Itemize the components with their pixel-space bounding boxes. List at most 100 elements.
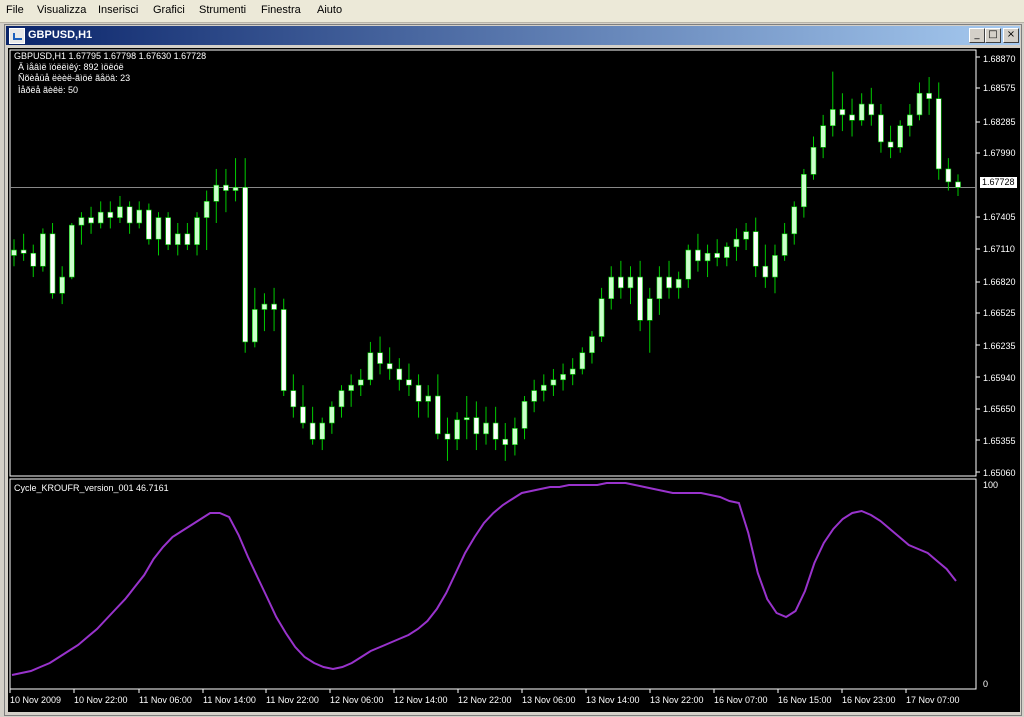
- candle-body: [338, 390, 345, 408]
- price-axis-label: 1.66235: [983, 341, 1016, 351]
- time-axis-label: 11 Nov 14:00: [203, 695, 256, 705]
- candle-body: [415, 384, 422, 402]
- indicator-scale-bottom: 0: [983, 679, 989, 689]
- candle-body: [695, 249, 701, 262]
- candle-body: [675, 278, 682, 289]
- time-axis-label: 12 Nov 06:00: [330, 695, 384, 705]
- candle-body: [30, 252, 37, 267]
- price-axis-label: 1.68575: [983, 83, 1016, 93]
- time-axis-label: 11 Nov 06:00: [139, 695, 192, 705]
- candle-body: [454, 419, 460, 440]
- candle-body: [945, 168, 952, 183]
- candle-body: [531, 390, 537, 402]
- price-axis-label: 1.67110: [983, 244, 1015, 254]
- candle-body: [107, 211, 114, 218]
- time-axis-label: 12 Nov 14:00: [394, 695, 448, 705]
- candle-body: [68, 224, 75, 278]
- candle-body: [59, 276, 65, 294]
- info-line-3: Ìåðëå ãèêë: 50: [18, 85, 79, 95]
- price-axis-label: 1.68285: [983, 117, 1016, 127]
- candle-body: [791, 206, 798, 235]
- candle-body: [724, 246, 730, 258]
- candle-body: [97, 211, 104, 224]
- candle-body: [916, 92, 923, 116]
- candle-body: [377, 352, 383, 364]
- candle-body: [685, 249, 692, 280]
- candle-body: [714, 252, 720, 258]
- time-axis-label: 13 Nov 22:00: [650, 695, 704, 705]
- candle-body: [618, 276, 624, 289]
- candle-body: [290, 390, 297, 408]
- candle-body: [608, 276, 615, 299]
- candle-body: [849, 114, 855, 121]
- candle-body: [184, 233, 191, 245]
- candle-body: [579, 352, 586, 370]
- indicator-line: [11, 482, 957, 676]
- chart-canvas[interactable]: [0, 0, 1024, 717]
- candle-body: [492, 422, 499, 440]
- candle-body: [878, 114, 884, 143]
- price-axis-label: 1.67405: [983, 212, 1016, 222]
- candle-body: [463, 417, 470, 421]
- candle-body: [348, 384, 354, 391]
- candle-body: [126, 206, 133, 224]
- candle-body: [483, 422, 489, 435]
- candle-body: [569, 368, 576, 375]
- chart-header: GBPUSD,H1 1.67795 1.67798 1.67630 1.6772…: [14, 51, 207, 61]
- price-axis-label: 1.67990: [983, 148, 1016, 158]
- candle-body: [444, 433, 451, 440]
- candle-body: [425, 395, 432, 402]
- candle-body: [772, 255, 778, 278]
- candle-body: [203, 201, 210, 218]
- price-axis-label: 1.65060: [983, 468, 1016, 478]
- candle-body: [20, 249, 27, 254]
- candle-body: [40, 233, 46, 267]
- candle-body: [540, 384, 547, 391]
- time-axis-label: 16 Nov 07:00: [714, 695, 768, 705]
- candle-body: [11, 249, 17, 256]
- candle-body: [839, 109, 846, 116]
- candle-body: [646, 298, 653, 321]
- candle-body: [666, 276, 672, 289]
- candle-body: [810, 147, 817, 175]
- candle-body: [406, 379, 412, 386]
- price-axis-label: 1.66820: [983, 277, 1016, 287]
- candle-body: [704, 252, 711, 262]
- indicator-scale-top: 100: [983, 480, 999, 490]
- candle-body: [829, 109, 836, 126]
- candle-body: [637, 276, 643, 321]
- candle-body: [502, 438, 509, 445]
- time-axis-label: 12 Nov 22:00: [458, 695, 512, 705]
- candle-body: [521, 401, 528, 429]
- candle-body: [560, 374, 566, 381]
- candle-body: [512, 428, 518, 445]
- candle-body: [762, 265, 769, 278]
- candle-body: [319, 422, 326, 440]
- candle-body: [550, 379, 557, 386]
- time-axis-label: 11 Nov 22:00: [266, 695, 319, 705]
- candle-body: [88, 217, 94, 224]
- candle-body: [435, 395, 441, 435]
- candle-body: [357, 379, 364, 386]
- candle-body: [743, 231, 749, 240]
- candle-body: [136, 209, 143, 224]
- candle-body: [589, 336, 595, 354]
- candle-body: [165, 217, 171, 245]
- candle-body: [801, 174, 807, 208]
- indicator-label: Cycle_KROUFR_version_001 46.7161: [14, 483, 169, 493]
- info-line-2: Ñõèåüå ëèèë-ãìöé ãåöâ: 23: [18, 73, 131, 83]
- candle-body: [155, 217, 162, 240]
- time-axis-label: 16 Nov 23:00: [842, 695, 896, 705]
- candle-body: [261, 303, 268, 310]
- candle-body: [242, 187, 248, 343]
- price-axis-label: 1.68870: [983, 54, 1016, 64]
- time-axis-label: 10 Nov 2009: [10, 695, 62, 705]
- candle-body: [223, 184, 229, 191]
- price-axis-label: 1.65355: [983, 436, 1016, 446]
- candle-body: [78, 217, 85, 226]
- price-axis-label: 1.66525: [983, 308, 1016, 318]
- candle-body: [300, 406, 306, 424]
- candle-body: [926, 92, 932, 99]
- candle-body: [213, 184, 220, 202]
- candle-body: [781, 233, 788, 256]
